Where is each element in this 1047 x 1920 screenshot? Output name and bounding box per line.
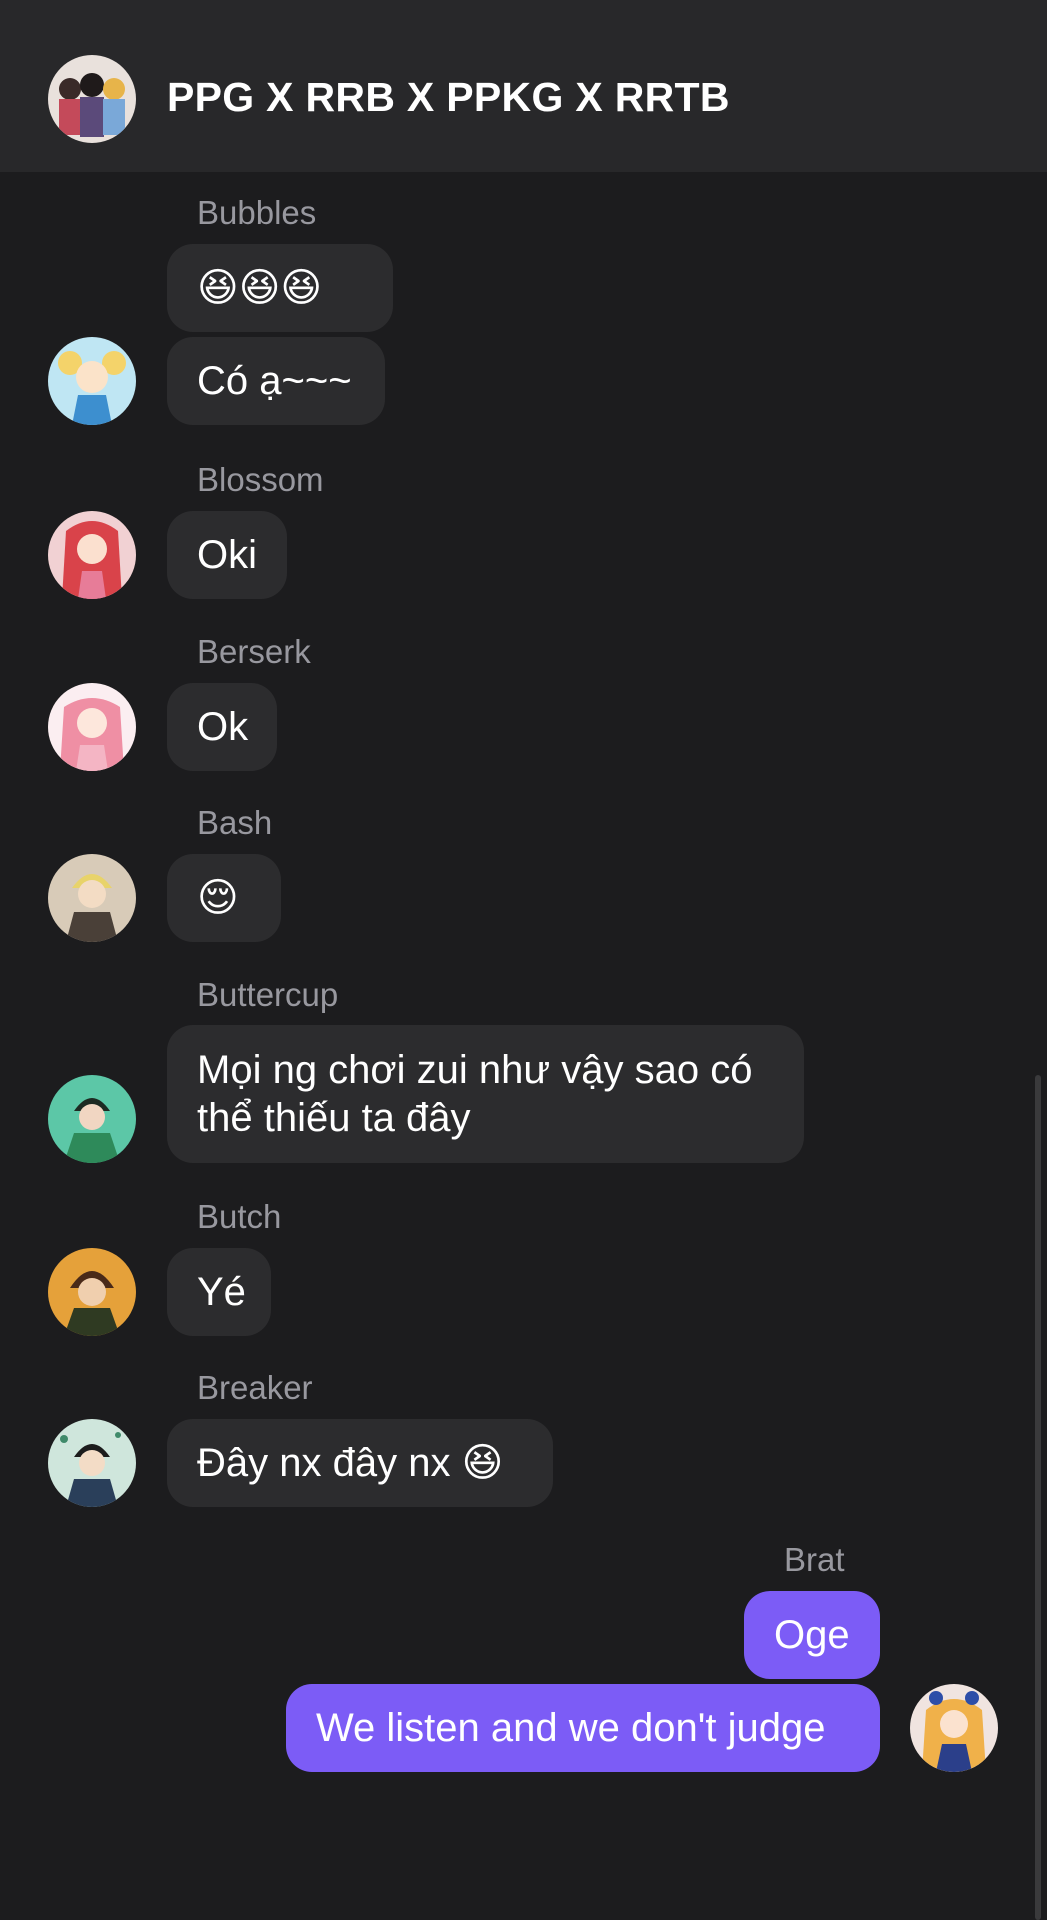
sender-name: Berserk [197, 633, 311, 670]
group-avatar-icon [48, 55, 136, 143]
sender-name: Butch [197, 1198, 282, 1235]
avatar-brat-icon [910, 1684, 998, 1772]
avatar-berserk[interactable] [48, 683, 136, 771]
message-bubble[interactable]: Ok [167, 683, 277, 771]
avatar-bash-icon [48, 854, 136, 942]
avatar-butch[interactable] [48, 1248, 136, 1336]
message-bubble[interactable]: Oki [167, 511, 287, 599]
avatar-butch-icon [48, 1248, 136, 1336]
group-avatar[interactable] [48, 55, 136, 143]
avatar-bash[interactable] [48, 854, 136, 942]
message-text: Đây nx đây nx [197, 1441, 451, 1485]
scrollbar[interactable] [1035, 1075, 1041, 1920]
message-text: Yé [197, 1270, 246, 1314]
message-text: Mọi ng chơi zui như vậy sao có thể thiếu… [197, 1048, 753, 1140]
message-bubble[interactable]: 😆😆😆 [167, 244, 393, 332]
avatar-breaker[interactable] [48, 1419, 136, 1507]
chat-title: PPG X RRB X PPKG X RRTB [167, 74, 730, 120]
sender-name: Bash [197, 804, 273, 841]
message-bubble[interactable]: Yé [167, 1248, 271, 1336]
avatar-buttercup[interactable] [48, 1075, 136, 1163]
avatar-breaker-icon [48, 1419, 136, 1507]
outgoing-message-bubble[interactable]: Oge [744, 1591, 880, 1679]
message-text: 😌 [197, 876, 239, 920]
sender-name: Brat [784, 1541, 845, 1578]
sender-name: Blossom [197, 461, 324, 498]
chat-header: PPG X RRB X PPKG X RRTB [0, 0, 1047, 172]
message-text: Oge [774, 1613, 850, 1657]
avatar-buttercup-icon [48, 1075, 136, 1163]
message-bubble[interactable]: Đây nx đây nx 😆 [167, 1419, 553, 1507]
avatar-blossom-icon [48, 511, 136, 599]
message-text: 😆😆😆 [197, 266, 323, 310]
avatar-bubbles[interactable] [48, 337, 136, 425]
message-bubble[interactable]: Mọi ng chơi zui như vậy sao có thể thiếu… [167, 1025, 804, 1163]
avatar-bubbles-icon [48, 337, 136, 425]
message-text: Ok [197, 705, 249, 749]
outgoing-message-bubble[interactable]: We listen and we don't judge [286, 1684, 880, 1772]
avatar-berserk-icon [48, 683, 136, 771]
message-bubble[interactable]: 😌 [167, 854, 281, 942]
message-bubble[interactable]: Có ạ~~~ [167, 337, 385, 425]
avatar-brat[interactable] [910, 1684, 998, 1772]
avatar-blossom[interactable] [48, 511, 136, 599]
message-emoji: 😆 [461, 1441, 504, 1485]
sender-name: Breaker [197, 1369, 313, 1406]
message-text: We listen and we don't judge [316, 1706, 826, 1750]
message-text: Có ạ~~~ [197, 359, 352, 403]
sender-name: Buttercup [197, 976, 339, 1013]
message-text: Oki [197, 533, 257, 577]
sender-name: Bubbles [197, 194, 317, 231]
